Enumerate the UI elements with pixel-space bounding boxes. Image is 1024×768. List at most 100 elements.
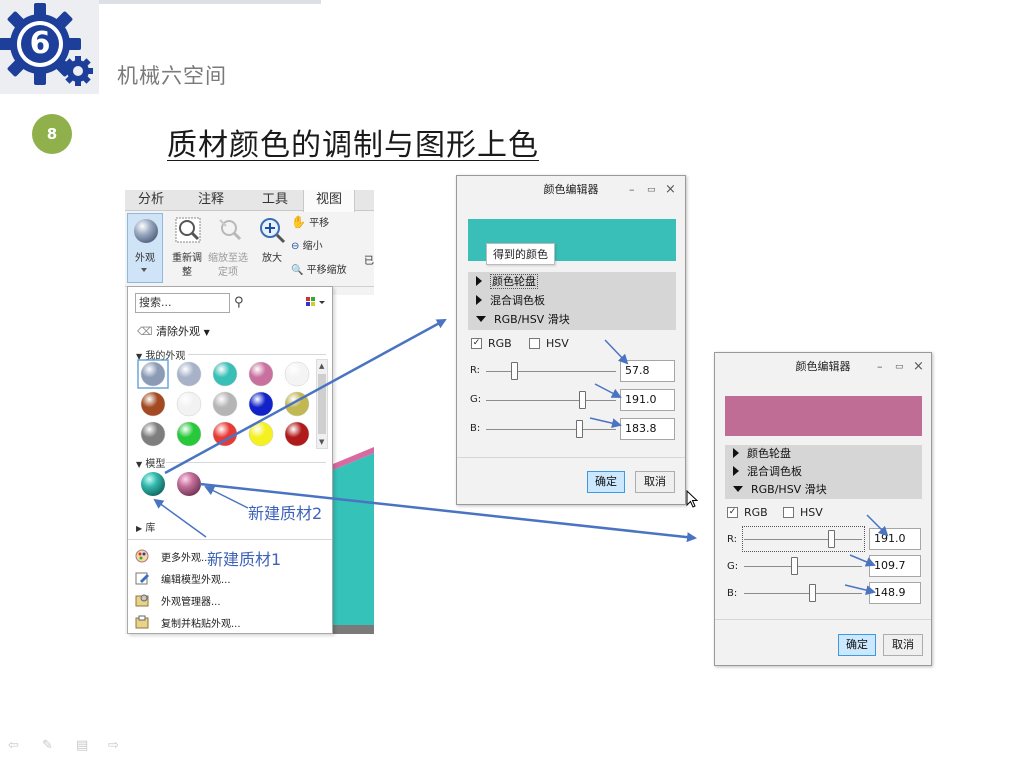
dialog-separator [457,457,685,458]
next-slide-icon[interactable]: ⇨ [108,738,119,753]
hsv-label: HSV [800,506,823,519]
appearance-swatch[interactable] [284,391,310,417]
g-value-field[interactable]: 191.0 [620,389,675,411]
swatch-grid [135,359,315,449]
zoom-selected-button[interactable]: 缩放至选 定项 [208,214,248,284]
section-blend-palette[interactable]: 混合调色板 [476,293,545,309]
appearance-swatch[interactable] [248,361,274,387]
g-value-field[interactable]: 109.7 [869,555,921,577]
section-rgb-hsv-sliders[interactable]: RGB/HSV 滑块 [476,312,570,328]
appearance-swatch[interactable] [176,361,202,387]
model-geometry [333,447,374,634]
clear-appearance-button[interactable]: ⌫ 清除外观 ▼ [137,323,210,339]
hsv-checkbox[interactable] [529,338,540,349]
refit-button[interactable]: 重新调 整 [168,214,206,284]
g-slider-track[interactable] [486,400,616,401]
pan-zoom-label: 平移缩放 [306,265,347,276]
ok-button[interactable]: 确定 [587,471,625,493]
scroll-down-icon[interactable]: ▼ [319,438,324,446]
tab-view[interactable]: 视图 [303,190,355,212]
b-value-field[interactable]: 148.9 [869,582,921,604]
maximize-icon[interactable]: ▭ [647,176,656,204]
menu-icon[interactable]: ▤ [76,738,88,753]
rgb-checkbox[interactable]: ✓ [471,338,482,349]
model-swatch-new-material-2[interactable] [177,472,201,496]
appearance-swatch[interactable] [248,421,274,447]
b-slider-track[interactable] [486,429,616,430]
r-value-field[interactable]: 57.8 [620,360,675,382]
appearance-swatch[interactable] [284,361,310,387]
eraser-icon: ⌫ [137,325,153,338]
section-rgb-hsv-sliders[interactable]: RGB/HSV 滑块 [733,482,827,498]
swatch-scrollbar[interactable]: ▲ ▼ [316,359,328,449]
pan-button[interactable]: ✋ 平移 [291,215,351,231]
section-blend-palette[interactable]: 混合调色板 [733,464,802,480]
zoom-in-button[interactable]: 放大 [253,214,291,274]
appearance-swatch[interactable] [212,391,238,417]
section-label: RGB/HSV 滑块 [494,313,570,326]
appearance-swatch[interactable] [212,361,238,387]
minimize-icon[interactable]: – [877,353,883,381]
appearance-swatch[interactable] [248,391,274,417]
pen-icon[interactable]: ✎ [42,738,53,753]
b-slider-thumb[interactable] [808,584,816,602]
previous-slide-icon[interactable]: ⇦ [8,738,19,753]
pan-zoom-button[interactable]: 🔍 平移缩放 [291,264,361,278]
appearance-button[interactable]: 外观 [127,213,163,283]
close-icon[interactable]: × [913,353,924,381]
section-accordion: 颜色轮盘 混合调色板 RGB/HSV 滑块 [468,272,676,330]
tab-annotate[interactable]: 注释 [185,190,237,211]
expand-icon [476,295,482,305]
view-options-icon[interactable] [306,295,328,309]
zoom-selected-icon [219,219,242,241]
graphics-area[interactable] [333,295,374,634]
appearance-swatch[interactable] [212,421,238,447]
hsv-checkbox[interactable] [783,507,794,518]
cancel-button[interactable]: 取消 [883,634,923,656]
r-slider-thumb[interactable] [511,362,519,380]
scroll-thumb[interactable] [318,374,326,434]
r-slider-thumb[interactable] [828,530,836,548]
model-swatches [141,472,201,496]
g-slider-track[interactable] [744,566,862,567]
b-slider-thumb[interactable] [575,420,583,438]
section-color-wheel[interactable]: 颜色轮盘 [476,274,538,290]
close-icon[interactable]: × [665,176,676,204]
menu-more-appearances[interactable]: 更多外观... [161,549,211,564]
appearance-swatch[interactable] [140,421,166,447]
r-slider-track[interactable] [486,371,616,372]
search-icon[interactable]: ⚲ [234,295,244,310]
b-value-field[interactable]: 183.8 [620,418,675,440]
menu-copy-paste-appearance[interactable]: 复制并粘贴外观... [161,615,241,630]
menu-edit-model-appearance[interactable]: 编辑模型外观... [161,571,231,586]
r-value-field[interactable]: 191.0 [869,528,921,550]
maximize-icon[interactable]: ▭ [895,353,904,381]
model-swatch-new-material-1[interactable] [141,472,165,496]
library-section[interactable]: ▶ 库 [136,519,155,534]
minimize-icon[interactable]: – [629,176,635,204]
appearance-swatch[interactable] [284,421,310,447]
menu-appearance-manager[interactable]: 外观管理器... [161,593,221,608]
tab-tools[interactable]: 工具 [249,190,301,211]
r-slider-track[interactable] [744,539,862,540]
appearance-swatch[interactable] [176,391,202,417]
cancel-button[interactable]: 取消 [635,471,675,493]
tab-analysis[interactable]: 分析 [125,190,177,211]
appearance-swatch[interactable] [176,421,202,447]
appearance-swatch[interactable] [140,391,166,417]
pan-label: 平移 [309,218,330,229]
ok-button[interactable]: 确定 [838,634,876,656]
model-section[interactable]: ▼ 模型 [136,455,165,470]
rgb-checkbox[interactable]: ✓ [727,507,738,518]
b-slider-track[interactable] [744,593,862,594]
appearance-swatch[interactable] [140,361,166,387]
refit-label-line1: 重新调 [172,253,202,264]
zoom-out-button[interactable]: ⊖ 缩小 [291,240,351,254]
g-slider-thumb[interactable] [579,391,587,409]
scroll-up-icon[interactable]: ▲ [319,362,324,370]
section-color-wheel[interactable]: 颜色轮盘 [733,446,791,462]
slide-title: 质材颜色的调制与图形上色 [167,128,539,163]
search-input[interactable]: 搜索... [135,293,230,313]
g-slider-thumb[interactable] [790,557,798,575]
rgb-label: RGB [488,337,512,350]
